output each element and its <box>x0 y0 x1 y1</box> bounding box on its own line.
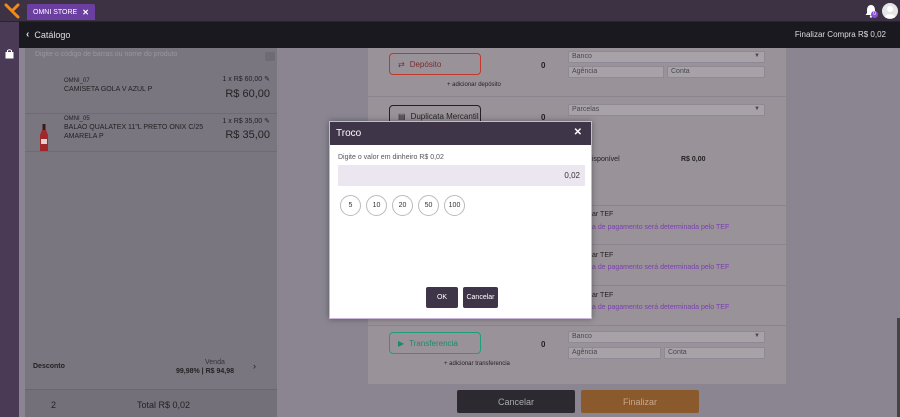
tef-description: a de pagamento será determinada pelo TEF <box>592 224 730 231</box>
list-item[interactable]: OMNI_07 CAMISETA GOLA V AZUL P 1 x R$ 60… <box>25 74 277 114</box>
chevron-left-icon: ‹ <box>26 29 30 40</box>
item-name: CAMISETA GOLA V AZUL P <box>64 86 153 93</box>
shopping-bag-icon[interactable] <box>5 49 14 59</box>
close-icon[interactable]: ✕ <box>82 8 89 17</box>
document-icon: ▤ <box>398 111 406 121</box>
divider <box>368 325 786 326</box>
add-deposito-link[interactable]: + adicionar depósito <box>447 82 501 88</box>
agencia-field[interactable]: Agência <box>568 347 661 359</box>
venda-label: Venda <box>205 359 225 366</box>
quick-amount-5[interactable]: 5 <box>340 195 361 216</box>
agencia-field[interactable]: Agência <box>568 66 664 78</box>
dialog-cancel-button[interactable]: Cancelar <box>463 287 498 308</box>
troco-dialog: Troco ✕ Digite o valor em dinheiro R$ 0,… <box>329 121 592 319</box>
close-icon[interactable]: ✕ <box>574 127 582 138</box>
quick-amount-50[interactable]: 50 <box>418 195 439 216</box>
banco-select[interactable]: Banco ▼ <box>568 51 765 63</box>
item-name: BALAO QUALATEX 11"L PRETO ONIX C/25 AMAR… <box>64 124 204 140</box>
parcelas-select[interactable]: Parcelas ▼ <box>568 104 765 116</box>
ok-button[interactable]: OK <box>426 287 458 308</box>
total-row: 2 Total R$ 0,02 <box>25 389 277 417</box>
conta-field[interactable]: Conta <box>667 66 765 78</box>
list-item[interactable]: OMNI_05 BALAO QUALATEX 11"L PRETO ONIX C… <box>25 114 277 152</box>
venda-value: 99,98% | R$ 94,98 <box>176 368 234 375</box>
avatar[interactable] <box>882 3 898 19</box>
dialog-header: Troco ✕ <box>330 122 591 145</box>
quick-amount-100[interactable]: 100 <box>444 195 465 216</box>
item-qty: 1 x R$ 35,00 ✎ <box>222 118 270 125</box>
item-code: OMNI_07 <box>64 78 90 84</box>
caret-down-icon: ▼ <box>754 53 760 59</box>
transferencia-button[interactable]: ▶ Transferencia <box>389 332 481 354</box>
pencil-icon[interactable]: ✎ <box>264 118 270 125</box>
item-code: OMNI_05 <box>64 116 90 122</box>
item-price: R$ 35,00 <box>225 129 270 141</box>
transfer-arrows-icon: ⇄ <box>398 59 405 69</box>
tef-label: ar TEF <box>592 211 614 218</box>
sub-header: ‹ Catálogo Finalizar Compra R$ 0,02 <box>19 22 900 48</box>
product-thumbnail <box>40 124 48 151</box>
user-icon <box>884 6 896 18</box>
tef-label: ar TEF <box>592 252 614 259</box>
caret-down-icon: ▼ <box>754 333 760 339</box>
app-logo-icon[interactable] <box>4 3 20 19</box>
tef-description: a de pagamento será determinada pelo TEF <box>592 304 730 311</box>
transferencia-value: 0 <box>541 340 546 349</box>
cash-amount-input[interactable] <box>338 165 585 186</box>
dialog-title: Troco <box>336 128 362 139</box>
quick-amount-20[interactable]: 20 <box>392 195 413 216</box>
tef-description: a de pagamento será determinada pelo TEF <box>592 264 730 271</box>
deposito-value: 0 <box>541 61 546 70</box>
tef-label: ar TEF <box>592 292 614 299</box>
finalizar-button[interactable]: Finalizar <box>581 390 699 413</box>
disponivel-value: R$ 0,00 <box>681 156 706 163</box>
cancel-button[interactable]: Cancelar <box>457 390 575 413</box>
deposito-button[interactable]: ⇄ Depósito <box>389 53 481 75</box>
notification-badge: 0 <box>871 11 878 18</box>
finalizar-compra-summary[interactable]: Finalizar Compra R$ 0,02 <box>795 30 886 39</box>
chevron-right-icon[interactable]: › <box>253 361 256 371</box>
total-value: Total R$ 0,02 <box>137 400 191 410</box>
search-action-icon[interactable] <box>265 52 275 61</box>
item-count: 2 <box>51 400 57 410</box>
back-label: Catálogo <box>34 29 71 40</box>
quick-amount-chips: 5 10 20 50 100 <box>340 195 465 216</box>
caret-down-icon: ▼ <box>754 106 760 112</box>
cart-panel: Digite o código de barras ou nome do pro… <box>25 48 277 417</box>
cash-input-label: Digite o valor em dinheiro R$ 0,02 <box>338 154 444 161</box>
item-price: R$ 60,00 <box>225 88 270 100</box>
pencil-icon[interactable]: ✎ <box>264 76 270 83</box>
tab-omni-store[interactable]: OMNI STORE ✕ <box>27 4 95 20</box>
left-sidebar <box>0 22 19 417</box>
video-icon: ▶ <box>398 338 405 348</box>
top-bar: OMNI STORE ✕ 0 <box>0 0 900 22</box>
tab-label: OMNI STORE <box>33 8 78 16</box>
add-transferencia-link[interactable]: + adicionar transferencia <box>444 361 510 367</box>
divider <box>368 96 786 97</box>
product-search-input[interactable]: Digite o código de barras ou nome do pro… <box>35 51 263 62</box>
conta-field[interactable]: Conta <box>664 347 765 359</box>
back-to-catalog[interactable]: ‹ Catálogo <box>26 29 70 40</box>
item-qty: 1 x R$ 60,00 ✎ <box>222 76 270 83</box>
quick-amount-10[interactable]: 10 <box>366 195 387 216</box>
disponivel-label: isponível <box>592 156 620 163</box>
banco-select[interactable]: Banco ▼ <box>568 331 765 343</box>
desconto-label: Desconto <box>33 363 65 370</box>
